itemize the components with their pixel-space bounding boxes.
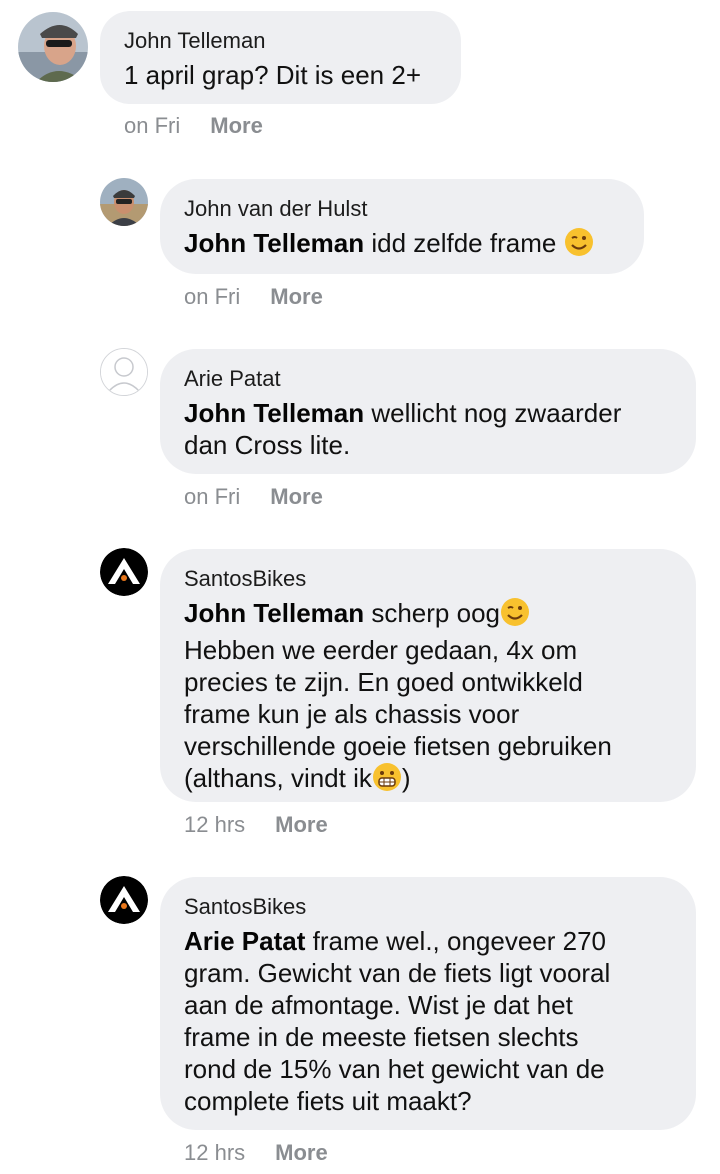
grimace-emoji-icon — [372, 762, 402, 799]
mention-link[interactable]: John Telleman — [184, 228, 364, 258]
comment-meta: 12 hrs More — [184, 812, 328, 838]
comment-text-line: (althans, vindt ik — [184, 763, 372, 793]
more-button[interactable]: More — [275, 1140, 328, 1166]
santos-logo-icon — [100, 548, 148, 596]
comment-meta: on Fri More — [184, 284, 323, 310]
comment-author[interactable]: SantosBikes — [184, 893, 672, 921]
comment-text-line: scherp oog — [371, 598, 500, 628]
comment-meta: 12 hrs More — [184, 1140, 328, 1166]
comment-meta: on Fri More — [124, 113, 263, 139]
comment-time[interactable]: 12 hrs — [184, 812, 245, 838]
mention-link[interactable]: John Telleman — [184, 398, 364, 428]
comment-text-line: dan Cross lite. — [184, 430, 351, 460]
avatar[interactable] — [100, 178, 148, 226]
comment-author[interactable]: John van der Hulst — [184, 195, 620, 223]
wink-emoji-icon — [500, 597, 530, 634]
avatar[interactable] — [18, 12, 88, 82]
wink-emoji-icon — [564, 227, 594, 264]
comment-text-body: 1 april grap? Dit is een 2+ — [124, 60, 422, 90]
avatar[interactable] — [100, 876, 148, 924]
comment-text-line: precies te zijn. En goed ontwikkeld — [184, 667, 583, 697]
comment-text: John Telleman scherp oog Hebben we eerde… — [184, 597, 672, 799]
comment-text: John Telleman wellicht nog zwaarder dan … — [184, 397, 672, 461]
mention-link[interactable]: John Telleman — [184, 598, 364, 628]
more-button[interactable]: More — [270, 484, 323, 510]
mention-link[interactable]: Arie Patat — [184, 926, 305, 956]
comment-bubble[interactable]: Arie Patat John Telleman wellicht nog zw… — [160, 349, 696, 474]
comment-text-line: complete fiets uit maakt? — [184, 1086, 472, 1116]
more-button[interactable]: More — [275, 812, 328, 838]
comment-text-line: aan de afmontage. Wist je dat het — [184, 990, 573, 1020]
comment-time[interactable]: on Fri — [184, 484, 240, 510]
comment-text-line: wellicht nog zwaarder — [371, 398, 622, 428]
comment-author[interactable]: John Telleman — [124, 27, 437, 55]
comment-time[interactable]: on Fri — [124, 113, 180, 139]
avatar[interactable] — [100, 348, 148, 396]
more-button[interactable]: More — [210, 113, 263, 139]
avatar[interactable] — [100, 548, 148, 596]
comment-text-line: frame kun je als chassis voor — [184, 699, 520, 729]
more-button[interactable]: More — [270, 284, 323, 310]
comment-meta: on Fri More — [184, 484, 323, 510]
comment-bubble[interactable]: SantosBikes John Telleman scherp oog Heb… — [160, 549, 696, 802]
comment-time[interactable]: on Fri — [184, 284, 240, 310]
comment-author[interactable]: Arie Patat — [184, 365, 672, 393]
comment-author[interactable]: SantosBikes — [184, 565, 672, 593]
comment-text-line: rond de 15% van het gewicht van de — [184, 1054, 605, 1084]
comment-text-body: idd zelfde frame — [371, 228, 557, 258]
person-photo-icon — [100, 178, 148, 226]
comment-time[interactable]: 12 hrs — [184, 1140, 245, 1166]
comment-text: 1 april grap? Dit is een 2+ — [124, 59, 437, 91]
comment-text: John Telleman idd zelfde frame — [184, 227, 620, 264]
default-profile-icon — [101, 349, 147, 395]
comment-text-line: ) — [401, 763, 411, 793]
comment-text-line: gram. Gewicht van de fiets ligt vooral — [184, 958, 611, 988]
comment-bubble[interactable]: SantosBikes Arie Patat frame wel., ongev… — [160, 877, 696, 1130]
comment-text-line: Hebben we eerder gedaan, 4x om — [184, 635, 578, 665]
comment-text-line: verschillende goeie fietsen gebruiken — [184, 731, 612, 761]
comment-bubble[interactable]: John Telleman 1 april grap? Dit is een 2… — [100, 11, 461, 104]
person-photo-icon — [18, 12, 88, 82]
comment-text-line: frame wel., ongeveer 270 — [312, 926, 607, 956]
comment-text: Arie Patat frame wel., ongeveer 270 gram… — [184, 925, 672, 1117]
comment-bubble[interactable]: John van der Hulst John Telleman idd zel… — [160, 179, 644, 274]
santos-logo-icon — [100, 876, 148, 924]
comment-text-line: frame in de meeste fietsen slechts — [184, 1022, 579, 1052]
